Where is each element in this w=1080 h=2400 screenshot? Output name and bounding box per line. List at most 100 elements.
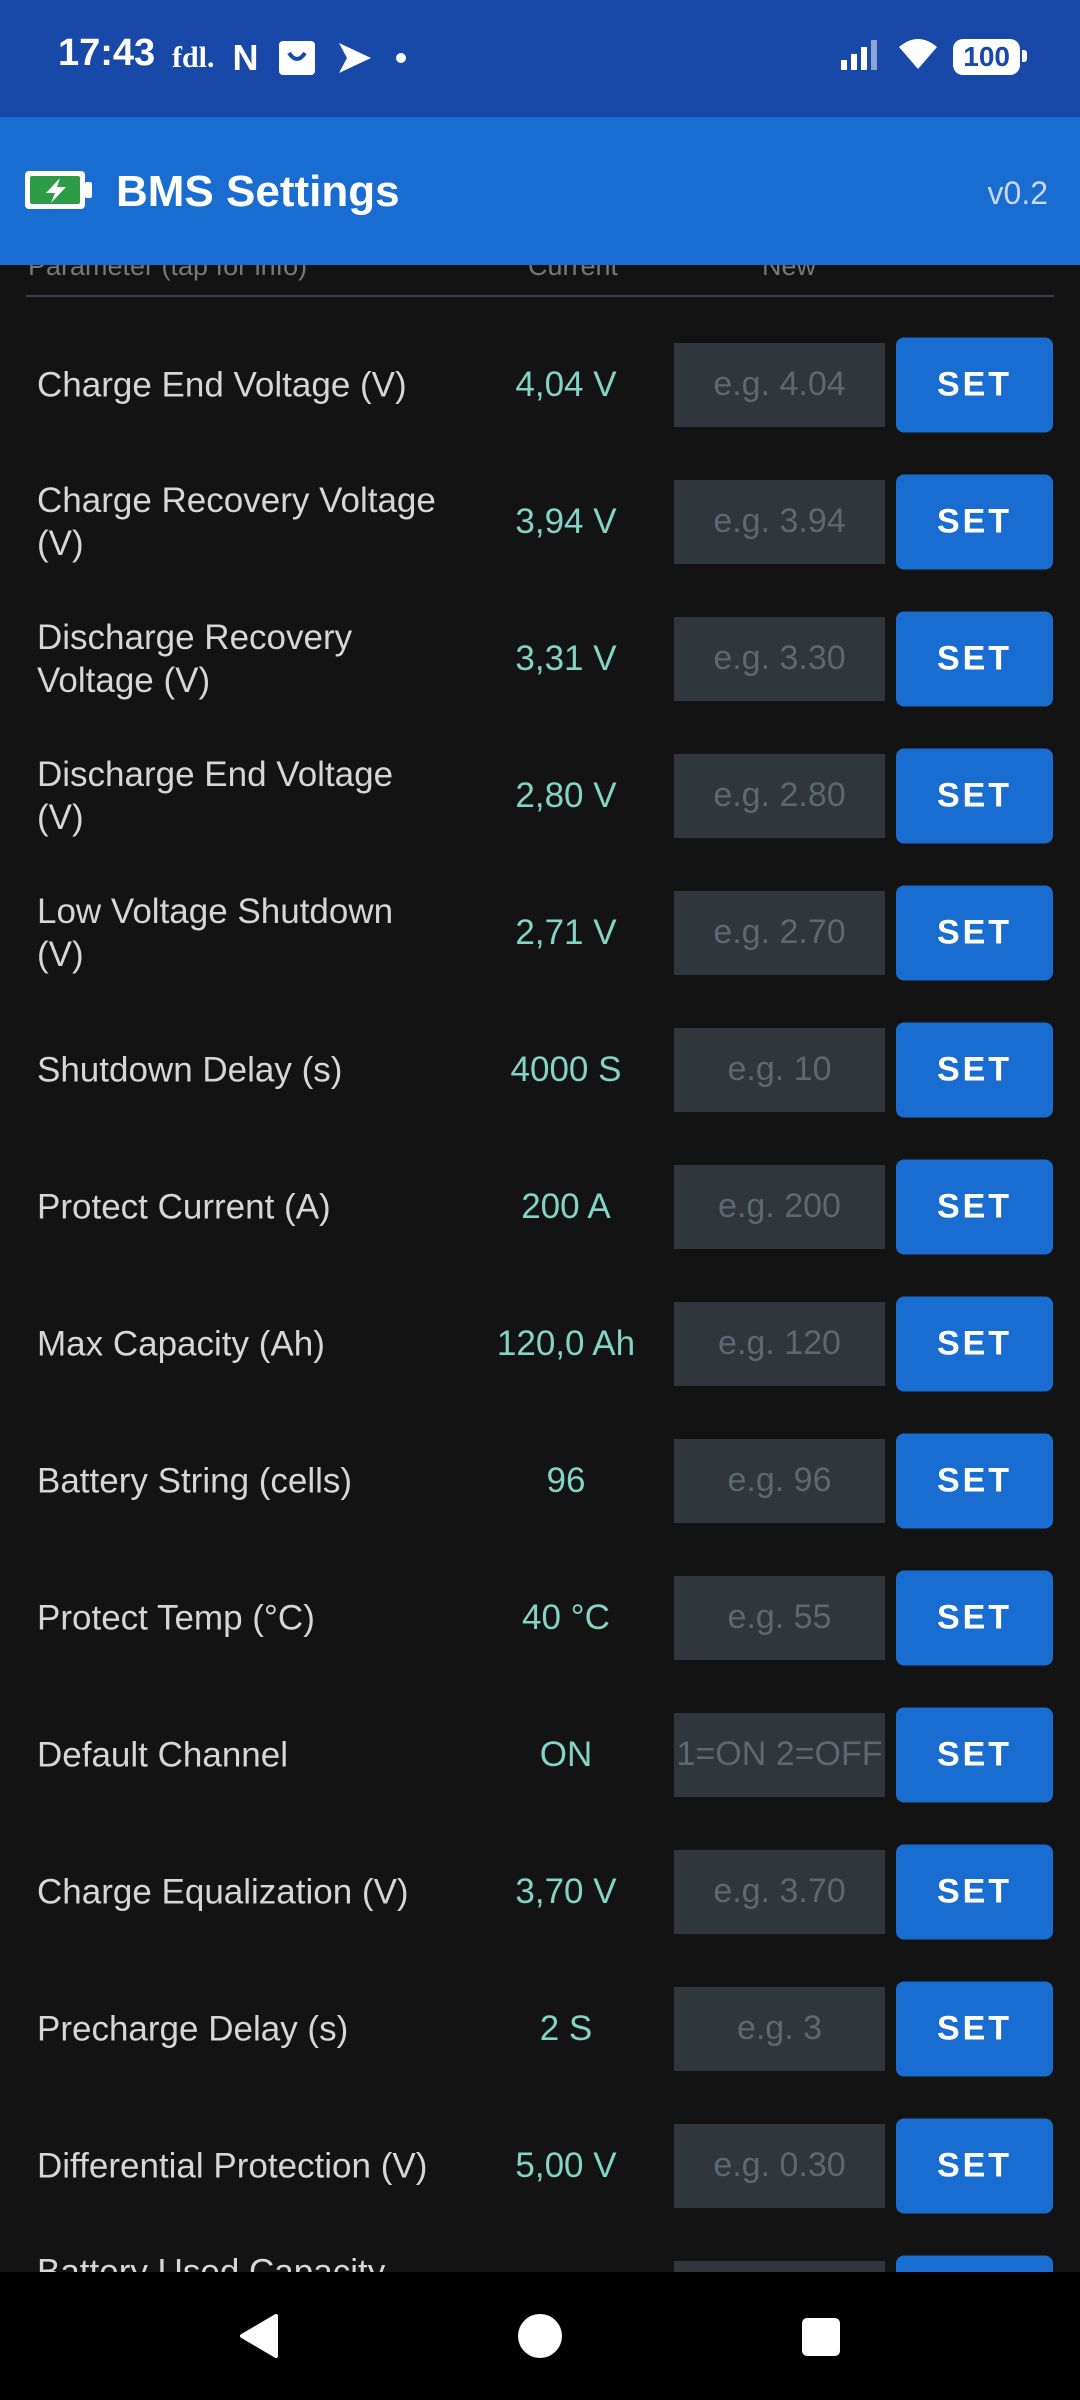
n-app-notification-icon: N xyxy=(232,37,259,78)
current-value: ON xyxy=(539,1734,593,1774)
current-value: 200 A xyxy=(521,1186,611,1226)
header-divider xyxy=(26,295,1054,297)
new-value-input[interactable] xyxy=(674,1575,885,1660)
param-label[interactable]: Battery Used Capacity xyxy=(37,2251,447,2273)
set-button[interactable]: SET xyxy=(896,1296,1053,1391)
setting-row: Discharge End Voltage (V) 2,80 V SET xyxy=(0,727,1080,864)
current-value: 3,94 V xyxy=(515,501,617,541)
current-value: 4000 S xyxy=(510,1049,622,1089)
set-button[interactable]: SET xyxy=(896,1159,1053,1254)
set-button[interactable]: SET xyxy=(896,611,1053,706)
battery-icon: 100 xyxy=(953,38,1027,75)
play-arrow-icon xyxy=(335,38,375,78)
new-value-input[interactable] xyxy=(674,616,885,701)
param-label[interactable]: Shutdown Delay (s) xyxy=(37,1048,447,1091)
current-value: 4,04 V xyxy=(515,364,617,404)
param-label[interactable]: Charge Equalization (V) xyxy=(37,1870,447,1913)
current-value: 2 S xyxy=(539,2008,593,2048)
new-value-input[interactable] xyxy=(674,1027,885,1112)
recents-icon[interactable] xyxy=(802,2318,840,2356)
current-value: 120,0 Ah xyxy=(496,1323,636,1363)
param-label[interactable]: Low Voltage Shutdown (V) xyxy=(37,890,447,976)
set-button[interactable]: SET xyxy=(896,885,1053,980)
setting-row: Charge Equalization (V) 3,70 V SET xyxy=(0,1823,1080,1960)
column-header-new: New xyxy=(762,265,817,281)
set-button[interactable]: SET xyxy=(896,474,1053,569)
set-button[interactable]: SET xyxy=(896,2118,1053,2213)
column-header-current: Current xyxy=(528,265,619,281)
cell-signal-icon xyxy=(839,36,883,77)
param-label[interactable]: Charge End Voltage (V) xyxy=(37,363,447,406)
new-value-input[interactable] xyxy=(674,753,885,838)
new-value-input[interactable] xyxy=(674,1438,885,1523)
setting-row: Precharge Delay (s) 2 S SET xyxy=(0,1960,1080,2097)
set-button[interactable]: SET xyxy=(896,1844,1053,1939)
set-button[interactable]: SET xyxy=(896,748,1053,843)
param-label[interactable]: Protect Temp (°C) xyxy=(37,1596,447,1639)
setting-row: Discharge Recovery Voltage (V) 3,31 V SE… xyxy=(0,590,1080,727)
setting-row: Protect Current (A) 200 A SET xyxy=(0,1138,1080,1275)
set-button[interactable]: SET xyxy=(896,1433,1053,1528)
new-value-input[interactable] xyxy=(674,1712,885,1797)
back-icon[interactable] xyxy=(236,2312,280,2365)
new-value-input[interactable] xyxy=(674,342,885,427)
param-label[interactable]: Discharge End Voltage (V) xyxy=(37,753,447,839)
fdl-notification-icon: fdl. xyxy=(172,41,215,74)
status-indicators: 100 xyxy=(839,36,1027,77)
status-bar: 17:43 fdl. N 100 xyxy=(0,0,1080,117)
setting-row: Default Channel ON SET xyxy=(0,1686,1080,1823)
notification-icons: fdl. N xyxy=(172,37,409,78)
param-label[interactable]: Battery String (cells) xyxy=(37,1459,447,1502)
wifi-icon xyxy=(897,37,939,76)
current-value: 2,71 V xyxy=(515,912,617,952)
new-value-input[interactable] xyxy=(674,1986,885,2071)
app-bar: BMS Settings v0.2 xyxy=(0,117,1080,265)
new-value-input[interactable] xyxy=(674,1164,885,1249)
current-value: 2,80 V xyxy=(515,775,617,815)
shopping-bag-icon xyxy=(277,38,317,78)
param-label[interactable]: Differential Protection (V) xyxy=(37,2144,447,2187)
current-value: 96 xyxy=(546,1460,586,1500)
status-time: 17:43 xyxy=(58,32,156,74)
param-label[interactable]: Charge Recovery Voltage (V) xyxy=(37,479,447,565)
setting-row: Battery Used Capacity SET xyxy=(0,2234,1080,2272)
new-value-input[interactable] xyxy=(674,1849,885,1934)
setting-row: Max Capacity (Ah) 120,0 Ah SET xyxy=(0,1275,1080,1412)
current-value: 40 °C xyxy=(522,1597,610,1637)
new-value-input[interactable] xyxy=(674,1301,885,1386)
new-value-input[interactable] xyxy=(674,479,885,564)
settings-list[interactable]: Parameter (tap for info) Current New Cha… xyxy=(0,265,1080,2272)
system-nav-bar xyxy=(0,2272,1080,2400)
app-version: v0.2 xyxy=(987,175,1048,211)
setting-row: Shutdown Delay (s) 4000 S SET xyxy=(0,1001,1080,1138)
new-value-input[interactable] xyxy=(674,2123,885,2208)
param-label[interactable]: Discharge Recovery Voltage (V) xyxy=(37,616,447,702)
home-icon[interactable] xyxy=(518,2314,562,2358)
param-label[interactable]: Protect Current (A) xyxy=(37,1185,447,1228)
current-value: 3,31 V xyxy=(515,638,617,678)
set-button[interactable]: SET xyxy=(896,1981,1053,2076)
param-label[interactable]: Precharge Delay (s) xyxy=(37,2007,447,2050)
set-button[interactable]: SET xyxy=(896,2255,1053,2272)
more-notifications-dot-icon xyxy=(393,38,409,78)
set-button[interactable]: SET xyxy=(896,1707,1053,1802)
page-title: BMS Settings xyxy=(116,167,400,216)
battery-charging-icon xyxy=(22,167,96,218)
set-button[interactable]: SET xyxy=(896,1570,1053,1665)
setting-row: Battery String (cells) 96 SET xyxy=(0,1412,1080,1549)
column-header: Parameter (tap for info) Current New xyxy=(0,265,1080,291)
set-button[interactable]: SET xyxy=(896,1022,1053,1117)
setting-row: Charge Recovery Voltage (V) 3,94 V SET xyxy=(0,453,1080,590)
param-label[interactable]: Default Channel xyxy=(37,1733,447,1776)
setting-row: Protect Temp (°C) 40 °C SET xyxy=(0,1549,1080,1686)
new-value-input[interactable] xyxy=(674,890,885,975)
setting-row: Differential Protection (V) 5,00 V SET xyxy=(0,2097,1080,2234)
setting-row: Low Voltage Shutdown (V) 2,71 V SET xyxy=(0,864,1080,1001)
current-value: 3,70 V xyxy=(515,1871,617,1911)
new-value-input[interactable] xyxy=(674,2260,885,2272)
column-header-parameter: Parameter (tap for info) xyxy=(28,265,308,281)
param-label[interactable]: Max Capacity (Ah) xyxy=(37,1322,447,1365)
set-button[interactable]: SET xyxy=(896,337,1053,432)
current-value: 5,00 V xyxy=(515,2145,617,2185)
setting-row: Charge End Voltage (V) 4,04 V SET xyxy=(0,316,1080,453)
